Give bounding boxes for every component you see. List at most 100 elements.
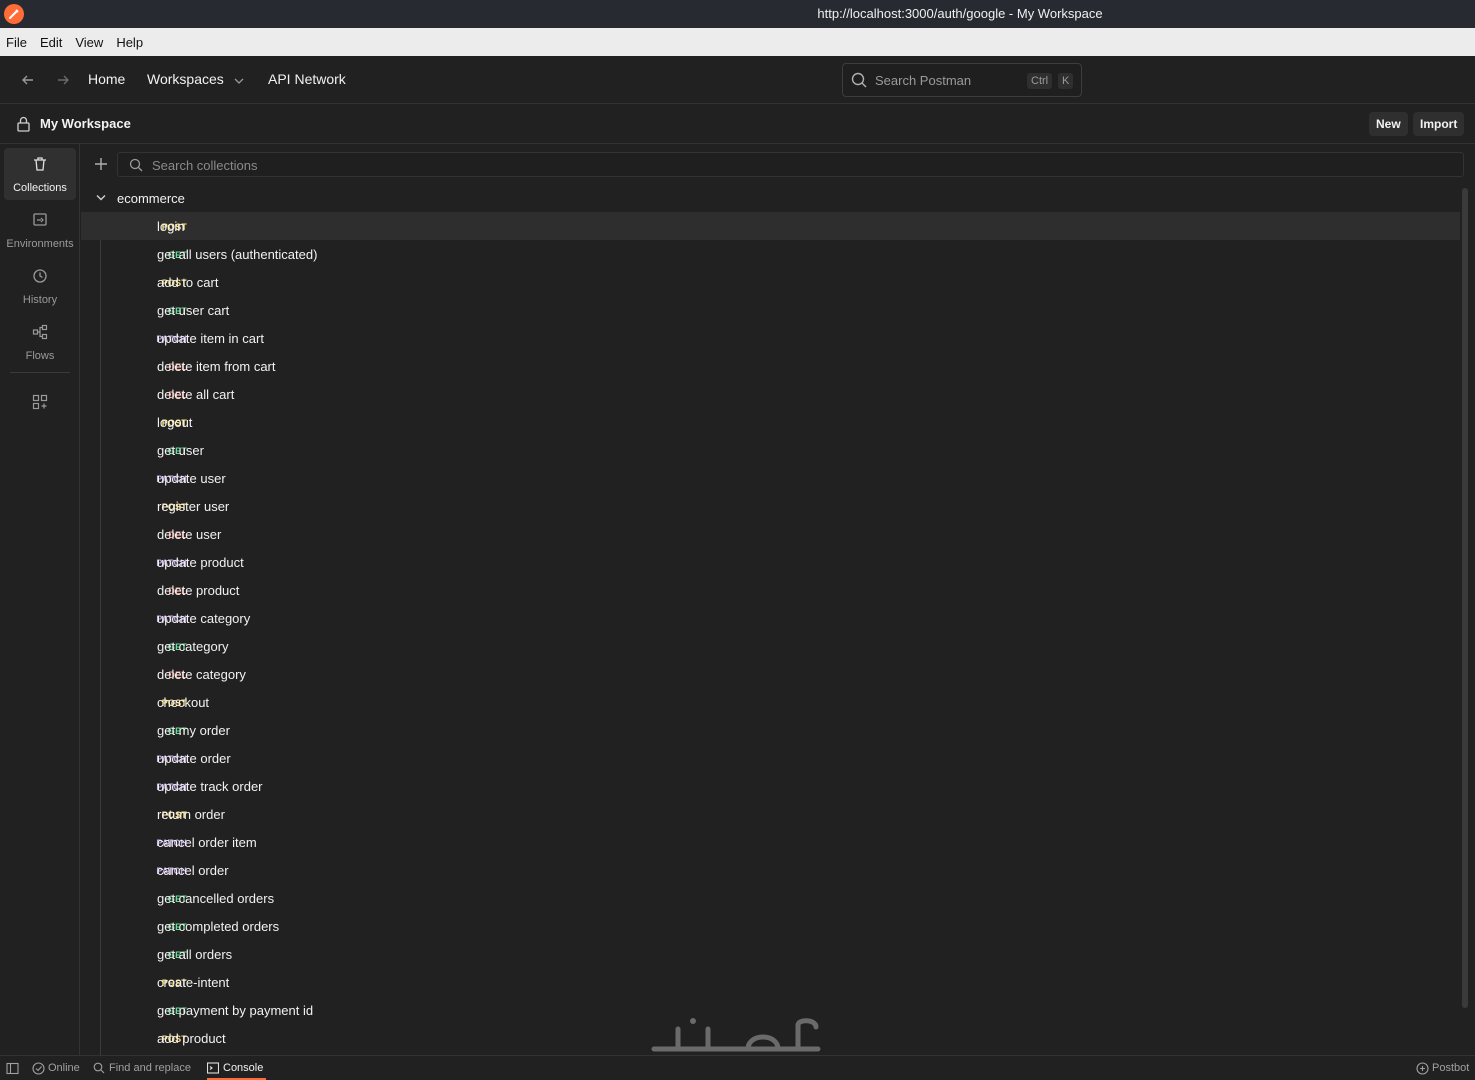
scrollbar[interactable] — [1462, 188, 1468, 1008]
request-item[interactable]: POST logout — [81, 408, 1460, 436]
menu-bar: File Edit View Help — [0, 28, 1475, 56]
search-postman-input[interactable]: Search Postman Ctrl K — [842, 63, 1082, 97]
window-title: http://localhost:3000/auth/google - My W… — [817, 6, 1103, 21]
lock-icon — [17, 116, 30, 132]
shortcut-k: K — [1058, 73, 1074, 89]
menu-help[interactable]: Help — [116, 35, 143, 50]
request-name: get all orders — [157, 947, 233, 962]
api-network-link[interactable]: API Network — [268, 71, 346, 87]
request-name: update category — [157, 611, 251, 626]
request-name: delete item from cart — [157, 359, 276, 374]
request-item[interactable]: POST checkout — [81, 688, 1460, 716]
request-item[interactable]: PATCH update item in cart — [81, 324, 1460, 352]
request-name: delete user — [157, 527, 222, 542]
request-name: get user cart — [157, 303, 230, 318]
chevron-down-icon[interactable] — [95, 193, 107, 203]
new-button[interactable]: New — [1369, 112, 1408, 136]
sidebar-item-environments[interactable]: Environments — [4, 204, 76, 256]
request-name: delete all cart — [157, 387, 235, 402]
forward-arrow-icon[interactable] — [54, 71, 72, 89]
request-item[interactable]: PATCH update order — [81, 744, 1460, 772]
request-item[interactable]: PATCH update track order — [81, 772, 1460, 800]
workspace-bar: My Workspace New Import — [0, 104, 1475, 144]
request-name: cancel order — [157, 863, 229, 878]
request-item[interactable]: PATCH update product — [81, 548, 1460, 576]
request-item[interactable]: PATCH update user — [81, 464, 1460, 492]
sidebar-divider — [10, 372, 70, 373]
request-item[interactable]: DEL delete user — [81, 520, 1460, 548]
search-collections-input[interactable]: Search collections — [117, 152, 1464, 177]
request-item[interactable]: POST add to cart — [81, 268, 1460, 296]
workspaces-dropdown[interactable]: Workspaces — [147, 71, 224, 87]
request-name: return order — [157, 807, 225, 822]
request-name: get cancelled orders — [157, 891, 275, 906]
request-item[interactable]: GET get cancelled orders — [81, 884, 1460, 912]
request-item[interactable]: POST create-intent — [81, 968, 1460, 996]
request-name: get category — [157, 639, 229, 654]
request-name: update item in cart — [157, 331, 264, 346]
request-item[interactable]: GET get all users (authenticated) — [81, 240, 1460, 268]
request-name: add product — [157, 1031, 226, 1046]
request-name: update product — [157, 555, 244, 570]
chevron-down-icon — [234, 78, 244, 84]
request-name: login — [157, 219, 185, 234]
request-item[interactable]: GET get category — [81, 632, 1460, 660]
trash-can-icon — [34, 157, 46, 171]
sidebar-item-flows[interactable]: Flows — [4, 316, 76, 368]
request-item[interactable]: GET get all orders — [81, 940, 1460, 968]
flows-icon — [32, 324, 48, 340]
find-replace-button[interactable]: Find and replace — [109, 1062, 191, 1074]
request-name: update track order — [157, 779, 263, 794]
request-item[interactable]: GET get user cart — [81, 296, 1460, 324]
request-name: add to cart — [157, 275, 219, 290]
search-icon — [93, 1062, 105, 1074]
sidebar-item-label: Environments — [6, 238, 74, 250]
request-name: get completed orders — [157, 919, 280, 934]
request-item[interactable]: DEL delete category — [81, 660, 1460, 688]
request-name: cancel order item — [157, 835, 257, 850]
request-item[interactable]: PATCH cancel order — [81, 856, 1460, 884]
request-item[interactable]: GET get completed orders — [81, 912, 1460, 940]
menu-file[interactable]: File — [6, 35, 27, 50]
sidebar-item-label: Collections — [13, 182, 67, 194]
request-item[interactable]: DEL delete item from cart — [81, 352, 1460, 380]
back-arrow-icon[interactable] — [19, 71, 37, 89]
sidebar-item-label: History — [22, 294, 58, 306]
sidebar-item-history[interactable]: History — [4, 260, 76, 312]
collection-name: ecommerce — [117, 191, 185, 206]
request-item[interactable]: GET get my order — [81, 716, 1460, 744]
collection-ecommerce[interactable]: ecommerce — [81, 184, 1460, 212]
toggle-sidebar-icon[interactable] — [6, 1062, 19, 1075]
request-item[interactable]: PATCH cancel order item — [81, 828, 1460, 856]
environment-icon — [33, 213, 47, 226]
workspace-name: My Workspace — [40, 116, 131, 131]
request-item[interactable]: DEL delete product — [81, 576, 1460, 604]
online-status-icon — [32, 1062, 45, 1075]
request-name: get all users (authenticated) — [157, 247, 318, 262]
request-item[interactable]: DEL delete all cart — [81, 380, 1460, 408]
request-name: get payment by payment id — [157, 1003, 314, 1018]
console-button[interactable]: Console — [223, 1062, 263, 1074]
request-item[interactable]: POST login — [81, 212, 1460, 240]
request-name: update order — [157, 751, 231, 766]
home-link[interactable]: Home — [88, 71, 125, 87]
search-icon — [851, 72, 867, 88]
request-item[interactable]: GET get user — [81, 436, 1460, 464]
request-name: update user — [157, 471, 226, 486]
request-item[interactable]: POST register user — [81, 492, 1460, 520]
menu-edit[interactable]: Edit — [40, 35, 62, 50]
import-button[interactable]: Import — [1413, 112, 1465, 136]
request-item[interactable]: POST return order — [81, 800, 1460, 828]
console-icon — [207, 1062, 219, 1074]
postbot-button[interactable]: Postbot — [1432, 1062, 1469, 1074]
sidebar-item-collections[interactable]: Collections — [4, 148, 76, 200]
request-item[interactable]: PATCH update category — [81, 604, 1460, 632]
menu-view[interactable]: View — [75, 35, 103, 50]
configure-sidebar-icon[interactable] — [32, 394, 48, 410]
collections-panel: Search collections ecommerce POST login GE… — [81, 144, 1475, 1055]
sidebar: Collections Environments History Flows — [0, 144, 80, 1055]
online-status[interactable]: Online — [48, 1062, 80, 1074]
title-bar: http://localhost:3000/auth/google - My W… — [0, 0, 1475, 28]
plus-icon[interactable] — [93, 156, 109, 172]
shortcut-ctrl: Ctrl — [1027, 73, 1053, 89]
